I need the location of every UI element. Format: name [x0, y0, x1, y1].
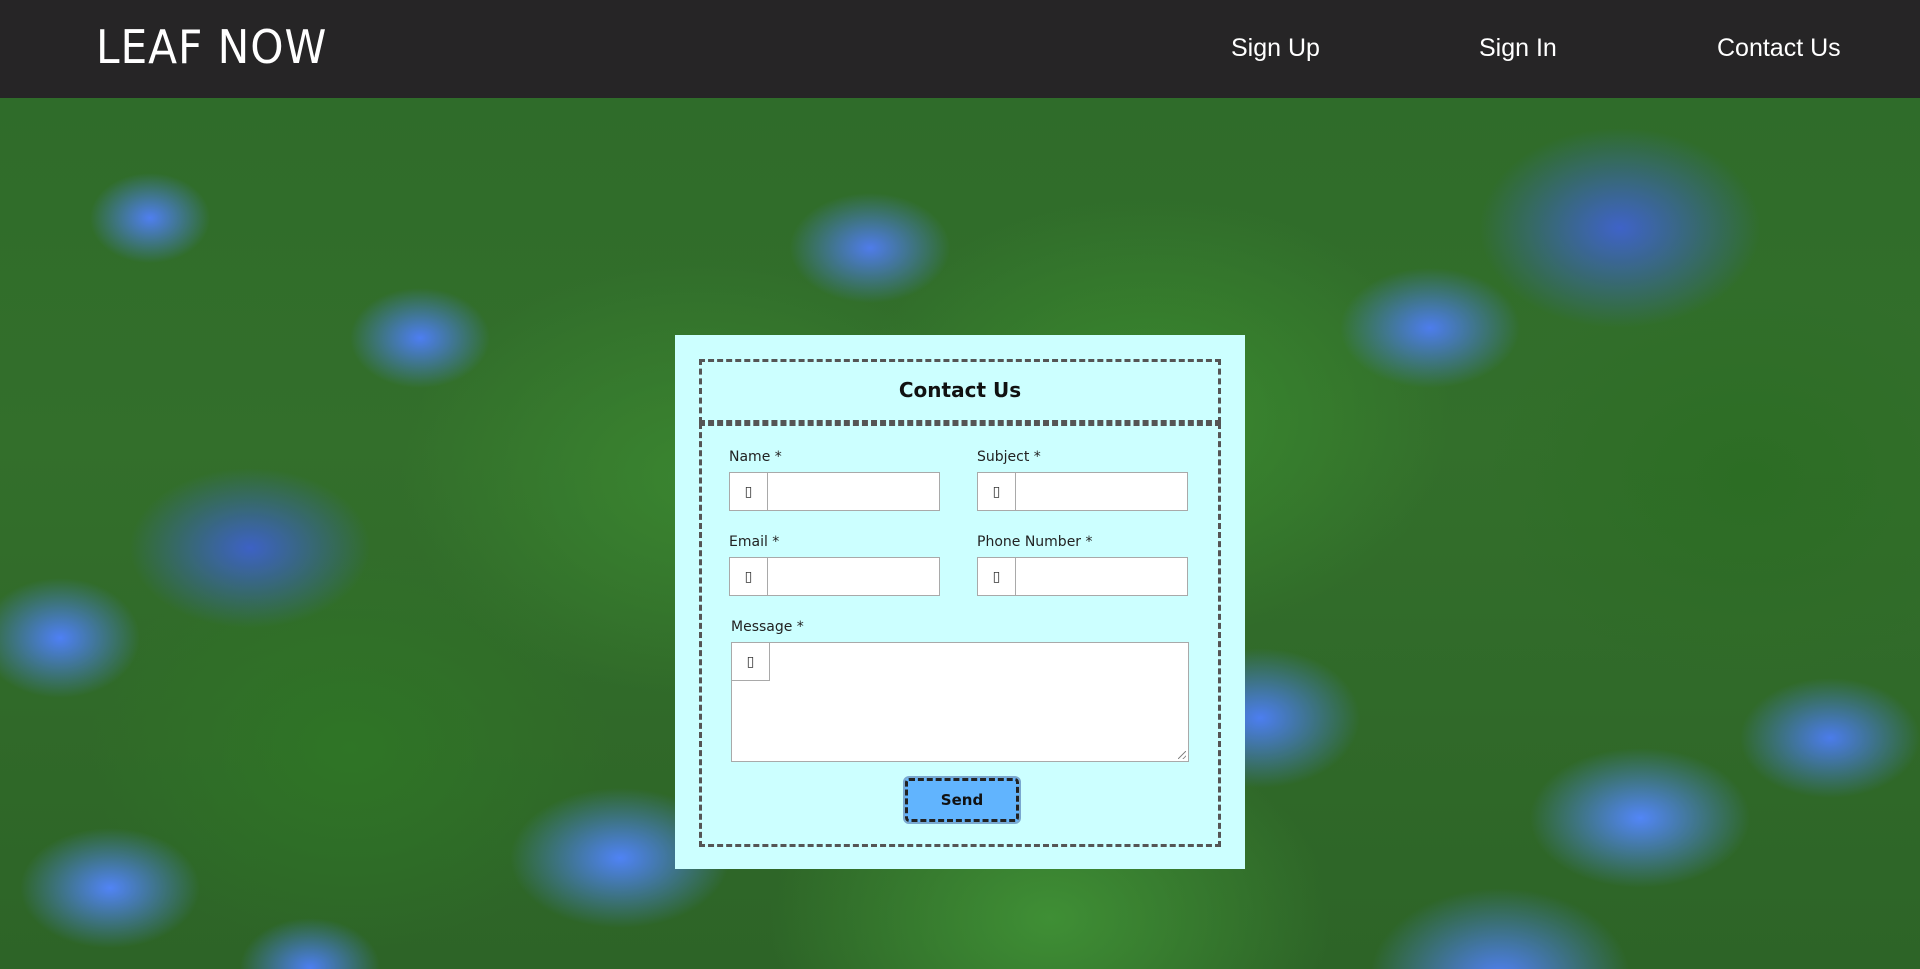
- email-field: ▯: [729, 557, 940, 596]
- email-label: Email *: [729, 534, 780, 550]
- message-label: Message *: [731, 619, 804, 635]
- subject-icon: ▯: [978, 473, 1016, 510]
- subject-field: ▯: [977, 472, 1188, 511]
- message-textarea[interactable]: [772, 643, 1190, 763]
- phone-icon: ▯: [978, 558, 1016, 595]
- contact-form-header: Contact Us: [699, 359, 1221, 423]
- email-icon: ▯: [730, 558, 768, 595]
- name-input[interactable]: [769, 473, 939, 510]
- message-icon: ▯: [732, 643, 770, 681]
- site-logo[interactable]: LEAF NOW: [96, 20, 327, 74]
- navbar: LEAF NOW Sign Up Sign In Contact Us: [0, 0, 1920, 98]
- nav-link-contact-us[interactable]: Contact Us: [1717, 34, 1841, 63]
- phone-field: ▯: [977, 557, 1188, 596]
- nav-link-sign-in[interactable]: Sign In: [1479, 34, 1557, 63]
- user-icon: ▯: [730, 473, 768, 510]
- phone-input[interactable]: [1017, 558, 1187, 595]
- phone-label: Phone Number *: [977, 534, 1093, 550]
- name-label: Name *: [729, 449, 782, 465]
- nav-link-sign-up[interactable]: Sign Up: [1231, 34, 1320, 63]
- contact-form-title: Contact Us: [898, 378, 1022, 402]
- send-button[interactable]: Send: [903, 776, 1021, 824]
- contact-form-card: Contact Us Name * ▯ Subject * ▯ Email * …: [675, 335, 1245, 869]
- name-field: ▯: [729, 472, 940, 511]
- message-field: ▯: [731, 642, 1190, 763]
- email-input[interactable]: [769, 558, 939, 595]
- resize-handle-icon[interactable]: [1178, 751, 1186, 759]
- subject-label: Subject *: [977, 449, 1041, 465]
- hero-background-image: Contact Us Name * ▯ Subject * ▯ Email * …: [0, 98, 1920, 969]
- subject-input[interactable]: [1017, 473, 1187, 510]
- contact-form-body: Name * ▯ Subject * ▯ Email * ▯ Phone Num…: [699, 423, 1221, 847]
